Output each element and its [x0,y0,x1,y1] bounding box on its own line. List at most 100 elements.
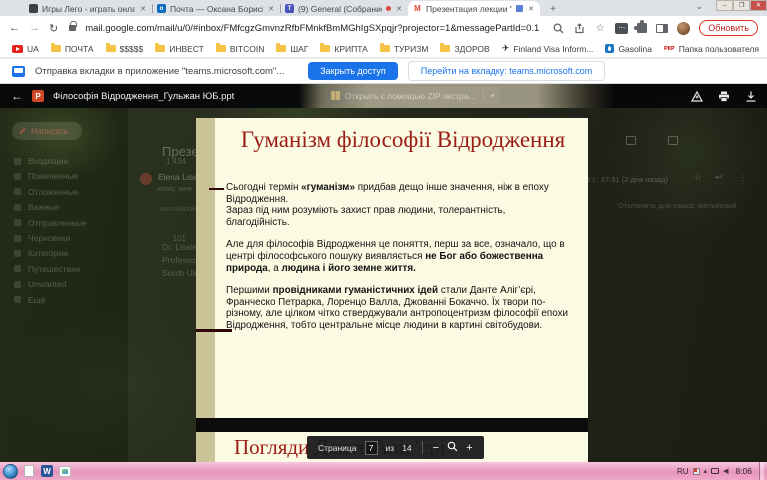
recipient-line: кому: мне [158,184,192,193]
tab-close-icon[interactable]: ✕ [395,5,403,13]
bookmark-label: Finland Visa Inform... [513,44,593,54]
compose-button[interactable]: Написать [12,122,82,140]
browser-tab-gmail-active[interactable]: M Презентация лекции "Фило ✕ [408,1,540,16]
slide-dash-rule [209,188,224,190]
print-email-icon[interactable] [626,136,636,145]
sidebar-item-icon [14,204,21,211]
gmail-sidebar-item[interactable]: Черновики101 [14,233,186,243]
show-desktop-button[interactable] [759,462,764,480]
tab-close-icon[interactable]: ✕ [527,5,535,13]
clock[interactable]: 8:06 [735,466,752,476]
bookmark-item[interactable]: ТУРИЗМ [374,44,435,54]
keyboard-layout-icon[interactable] [693,468,700,475]
download-icon[interactable] [745,91,757,102]
browser-tab-lego[interactable]: Игры Лего - играть онлайн бес ✕ [24,1,152,16]
minimize-button[interactable]: – [716,0,733,11]
sidebar-item-icon [14,188,21,195]
chrome-update-button[interactable]: Обновить [699,20,758,36]
gmail-sidebar-item[interactable]: Unwanted [14,279,186,289]
sidebar-item-label: Черновики [28,233,166,243]
sidebar-item-icon [14,173,21,180]
bookmark-item[interactable]: ИНВЕСТ [149,44,210,54]
bookmarks-bar: UAПОЧТА $$$$$ ИНВЕСТ BITCOIN ШАГ КРИПТА ТУРИЗМ… [0,40,767,58]
bookmark-item[interactable]: ПОЧТА [45,44,100,54]
signature-line: South Ukr [162,268,200,278]
close-button[interactable]: ✕ [750,0,767,11]
browser-tab-outlook[interactable]: o Почта — Оксана Борисівна Пет ✕ [152,1,280,16]
bookmark-item[interactable]: Gasolina [599,44,658,54]
extension-grid-icon[interactable]: ⋯ [615,23,628,34]
signature-line: Professor [162,255,198,265]
bookmark-item[interactable]: ✈Finland Visa Inform... [496,43,600,54]
folder-icon [320,45,330,52]
star-icon[interactable]: ☆ [694,172,702,183]
bookmark-item[interactable]: ЗДОРОВ [434,44,495,54]
gmail-sidebar-item[interactable]: Ещё [14,295,186,305]
reload-icon[interactable]: ↻ [49,22,58,35]
bookmark-label: КРИПТА [334,44,367,54]
address-bar-actions: ☆ ⋯ Обновить [552,20,758,36]
browser-tab-strip: Игры Лего - играть онлайн бес ✕ o Почта … [0,0,767,16]
bookmark-item[interactable]: РКРПапка пользователя [658,44,765,54]
bookmark-item[interactable]: $$$$$ [100,44,150,54]
translate-dismiss[interactable]: Отключить для языка: английский [618,201,737,210]
url-field[interactable]: mail.google.com/mail/u/0/#inbox/FMfcgzGm… [85,23,543,34]
zoom-in-button[interactable]: + [466,442,472,454]
bookmark-label: ШАГ [290,44,308,54]
taskbar-photos-button[interactable] [58,464,72,478]
bookmark-item[interactable]: ШАГ [270,44,314,54]
volume-icon[interactable]: ◀ [723,467,728,475]
word-icon: W [41,465,53,477]
profile-avatar[interactable] [677,22,690,35]
gmail-sidebar-item[interactable]: Входящие1 434 [14,156,186,166]
viewer-back-icon[interactable]: ← [11,89,23,103]
lock-icon[interactable] [69,25,76,31]
bookmark-item[interactable]: UA [6,44,45,54]
side-panel-icon[interactable] [656,24,668,33]
stop-sharing-button[interactable]: Закрыть доступ [308,62,398,80]
bookmark-label: $$$$$ [120,44,144,54]
gmail-sidebar-item[interactable]: Категории [14,248,186,258]
tab-close-icon[interactable]: ✕ [267,5,275,13]
zoom-out-button[interactable]: − [433,442,439,454]
zoom-icon[interactable] [552,22,564,34]
start-button[interactable] [3,464,18,479]
lego-favicon-icon [29,4,38,13]
back-icon[interactable]: ← [9,22,20,34]
open-in-new-icon[interactable] [668,136,678,145]
go-to-tab-button[interactable]: Перейти на вкладку: teams.microsoft.com [408,61,606,81]
browser-tab-teams[interactable]: T (9) General (Собрание) | Mic ✕ [280,1,408,16]
network-icon[interactable] [711,468,719,474]
share-icon[interactable] [573,22,585,34]
taskbar-word-button[interactable]: W [40,464,54,478]
viewer-more-icon[interactable]: ⋮ [763,89,767,100]
tab-close-icon[interactable]: ✕ [139,5,147,13]
slide-bottom-rule [196,329,232,332]
bookmark-item[interactable]: BITCOIN [210,44,270,54]
taskbar-notepad-button[interactable] [22,464,36,478]
add-to-drive-icon[interactable] [691,91,703,102]
gmail-sidebar-item[interactable]: Отправленные [14,218,186,228]
sidebar-item-label: Ещё [28,295,186,305]
more-icon[interactable]: ⋮ [738,172,747,183]
current-page-input[interactable]: 7 [365,441,378,455]
sidebar-item-label: Отправленные [28,218,186,228]
slide-title: Гуманізм філософії Відродження [222,127,584,153]
sidebar-item-icon [14,219,21,226]
tab-search-chevron-icon[interactable]: ⌄ [695,1,703,12]
bookmark-label: ИНВЕСТ [169,44,204,54]
maximize-button[interactable]: ❐ [733,0,750,11]
slide-paragraph: Але для філософів Відродження це поняття… [226,239,570,274]
forward-icon[interactable]: → [29,22,40,34]
reply-icon[interactable]: ↩ [715,172,723,183]
bookmark-star-icon[interactable]: ☆ [594,22,606,34]
tray-expand-icon[interactable]: ▴ [704,467,708,475]
print-icon[interactable] [718,91,730,102]
bookmark-label: Папка пользователя [679,44,759,54]
bookmark-item[interactable]: КРИПТА [314,44,373,54]
gmail-sidebar-item[interactable]: Путешествие [14,264,186,274]
new-tab-button[interactable]: + [546,2,560,16]
zoom-magnifier-icon[interactable] [447,441,458,455]
language-indicator[interactable]: RU [677,467,689,476]
extensions-puzzle-icon[interactable] [637,23,647,33]
